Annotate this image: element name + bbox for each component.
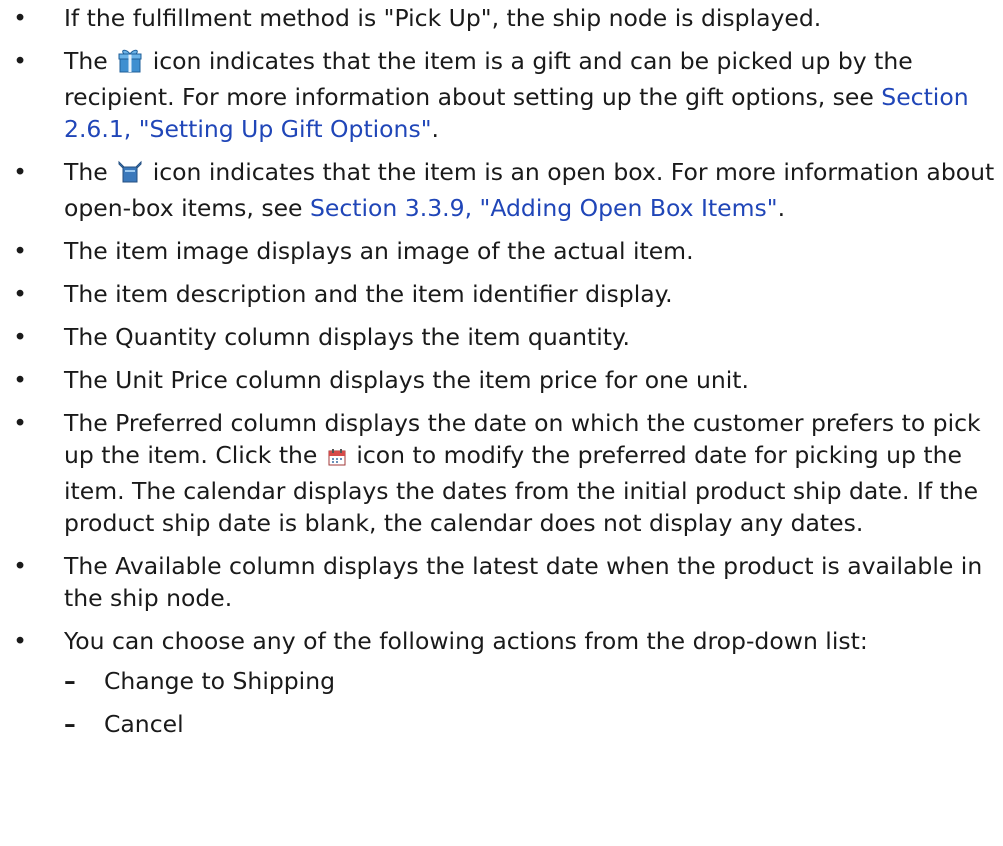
bullet-list: • If the fulfillment method is "Pick Up"… (0, 2, 1003, 751)
list-item-text: The item image displays an image of the … (64, 237, 694, 265)
bullet-marker: • (13, 158, 27, 186)
sub-action-list: – Change to Shipping – Cancel (64, 665, 1003, 740)
dash-marker: – (64, 710, 76, 738)
bullet-marker: • (13, 47, 27, 75)
bullet-marker: • (13, 4, 27, 32)
list-item-text: The Unit Price column displays the item … (64, 366, 749, 394)
bullet-marker: • (13, 237, 27, 265)
sub-item-cancel: Cancel (104, 710, 184, 738)
list-item: • The icon indicates that the item is an… (0, 156, 1003, 224)
bullet-marker: • (13, 627, 27, 655)
list-item-text: The Quantity column displays the item qu… (64, 323, 631, 351)
list-item-text: The Available column displays the latest… (64, 552, 983, 612)
sub-list-item: – Change to Shipping (64, 665, 1003, 697)
dash-marker: – (64, 667, 76, 695)
list-item: • You can choose any of the following ac… (0, 625, 1003, 740)
list-item: • If the fulfillment method is "Pick Up"… (0, 2, 1003, 34)
list-item: • The Preferred column displays the date… (0, 407, 1003, 539)
bullet-marker: • (13, 552, 27, 580)
open-box-icon (117, 158, 143, 192)
list-item-text: If the fulfillment method is "Pick Up", … (64, 4, 822, 32)
calendar-icon (327, 443, 347, 475)
sub-item-change-to-shipping: Change to Shipping (104, 667, 336, 695)
open-box-section-link[interactable]: Section 3.3.9, "Adding Open Box Items" (310, 194, 778, 222)
gift-icon (117, 47, 143, 81)
list-item: • The Available column displays the late… (0, 550, 1003, 614)
list-item-text: The item description and the item identi… (64, 280, 673, 308)
list-item: • The Quantity column displays the item … (0, 321, 1003, 353)
bullet-marker: • (13, 409, 27, 437)
list-item: • The Unit Price column displays the ite… (0, 364, 1003, 396)
sub-list-item: – Cancel (64, 708, 1003, 740)
list-item: • The icon indicates that the item is a … (0, 45, 1003, 145)
list-item-text: You can choose any of the following acti… (64, 627, 868, 655)
bullet-marker: • (13, 280, 27, 308)
bullet-marker: • (13, 366, 27, 394)
document-page: • If the fulfillment method is "Pick Up"… (0, 0, 1003, 846)
bullet-marker: • (13, 323, 27, 351)
list-item: • The item description and the item iden… (0, 278, 1003, 310)
list-item: • The item image displays an image of th… (0, 235, 1003, 267)
